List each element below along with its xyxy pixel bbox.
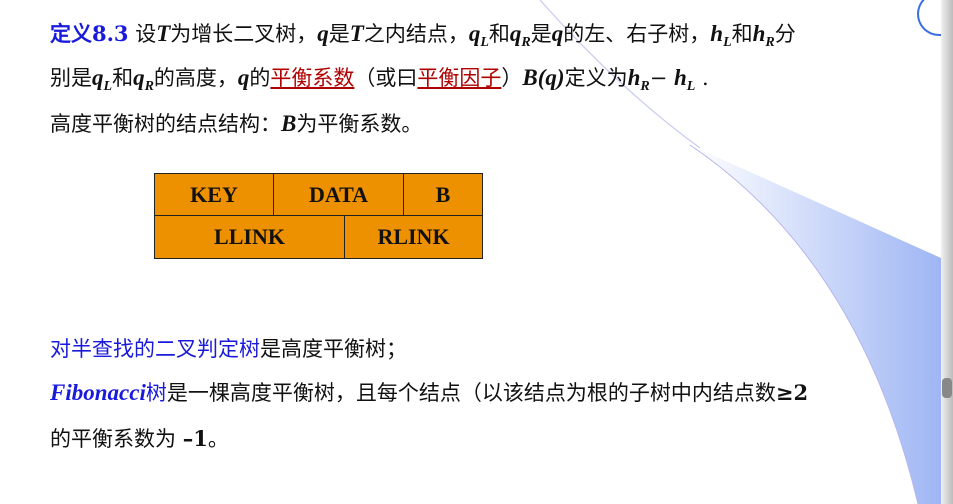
subscript: R — [144, 79, 154, 95]
field-llink: LLINK — [155, 216, 345, 258]
text-run: 的平衡系数为 — [50, 427, 183, 451]
text-run: 对半查找的二叉判定树 — [50, 337, 260, 361]
field-data: DATA — [274, 174, 404, 216]
text-run: 是高度平衡树； — [260, 337, 407, 361]
subscript: L — [723, 35, 732, 51]
term-link: 平衡因子 — [417, 66, 502, 90]
scrollbar-thumb[interactable] — [942, 378, 952, 398]
text-run: 是 — [530, 22, 552, 46]
text-run: 的高度， — [153, 66, 238, 90]
text-run: 是一棵高度平衡树，且每个结点（以该结点为根的子树中内结点数 — [166, 381, 776, 405]
vertical-scrollbar[interactable] — [941, 0, 953, 504]
text-run: ） — [501, 66, 523, 90]
field-rlink: RLINK — [377, 224, 450, 249]
text-run: T — [349, 21, 364, 46]
text-run: h — [674, 65, 687, 90]
text-run: 的 — [249, 66, 271, 90]
text-run: ≥2 — [775, 380, 809, 405]
text-run: 和 — [731, 22, 753, 46]
text-run: 为平衡系数。 — [296, 112, 423, 136]
text-run: 。 — [207, 427, 229, 451]
text-run: 定义8.3 — [50, 21, 129, 46]
text-run: q — [551, 21, 564, 46]
subscript: R — [521, 35, 531, 51]
node-structure-table: KEY DATA B LLINK RLINK — [154, 173, 483, 259]
text-run: Fibonacci — [50, 380, 146, 405]
subscript: R — [765, 35, 775, 51]
text-run: q — [92, 65, 104, 90]
text-run: q — [468, 21, 481, 46]
text-run: h — [710, 21, 724, 46]
subscript: R — [640, 79, 650, 95]
statement-fibonacci-tree-cont: 的平衡系数为 –1。 — [50, 423, 229, 453]
text-run: 的左、右子树， — [563, 22, 711, 46]
text-run: 和 — [488, 22, 510, 46]
statement-fibonacci-tree: Fibonacci树是一棵高度平衡树，且每个结点（以该结点为根的子树中内结点数≥… — [50, 377, 808, 407]
text-run: h — [627, 65, 641, 90]
text-run: 定义为 — [564, 66, 628, 90]
text-run: q — [237, 65, 250, 90]
text-run: 设 — [128, 22, 157, 46]
text-run: . — [695, 66, 709, 90]
text-run: 是 — [328, 22, 350, 46]
text-run: B(q) — [522, 65, 565, 90]
term-link: 平衡系数 — [270, 66, 355, 90]
text-run: q — [509, 21, 522, 46]
text-run: 分 — [774, 22, 796, 46]
text-run: h — [752, 21, 766, 46]
field-b: B — [404, 174, 482, 216]
text-run: 为增长二叉树， — [170, 22, 318, 46]
text-run: 之内结点， — [363, 22, 469, 46]
statement-binary-decision-tree: 对半查找的二叉判定树是高度平衡树； — [50, 333, 407, 363]
subscript: L — [103, 79, 113, 95]
text-run: 高度平衡树的结点结构： — [50, 112, 281, 136]
definition-line-2: 别是qL和qR的高度，q的平衡系数（或曰平衡因子）B(q)定义为hR− hL . — [50, 62, 709, 95]
definition-line-1: 定义8.3 设T为增长二叉树，q是T之内结点，qL和qR是q的左、右子树，hL和… — [50, 18, 796, 51]
text-run: 别是 — [50, 66, 92, 90]
subscript: L — [480, 35, 489, 51]
text-run: T — [156, 21, 171, 46]
text-run: 树 — [145, 381, 167, 405]
text-run: 和 — [112, 66, 134, 90]
text-run: q — [133, 65, 145, 90]
text-run: （或曰 — [354, 66, 418, 90]
text-run: B — [281, 111, 297, 136]
field-key: KEY — [155, 174, 274, 216]
text-run: –1 — [182, 426, 208, 451]
text-run: − — [649, 66, 674, 90]
text-run: q — [317, 21, 329, 46]
node-structure-caption: 高度平衡树的结点结构：B为平衡系数。 — [50, 108, 422, 138]
